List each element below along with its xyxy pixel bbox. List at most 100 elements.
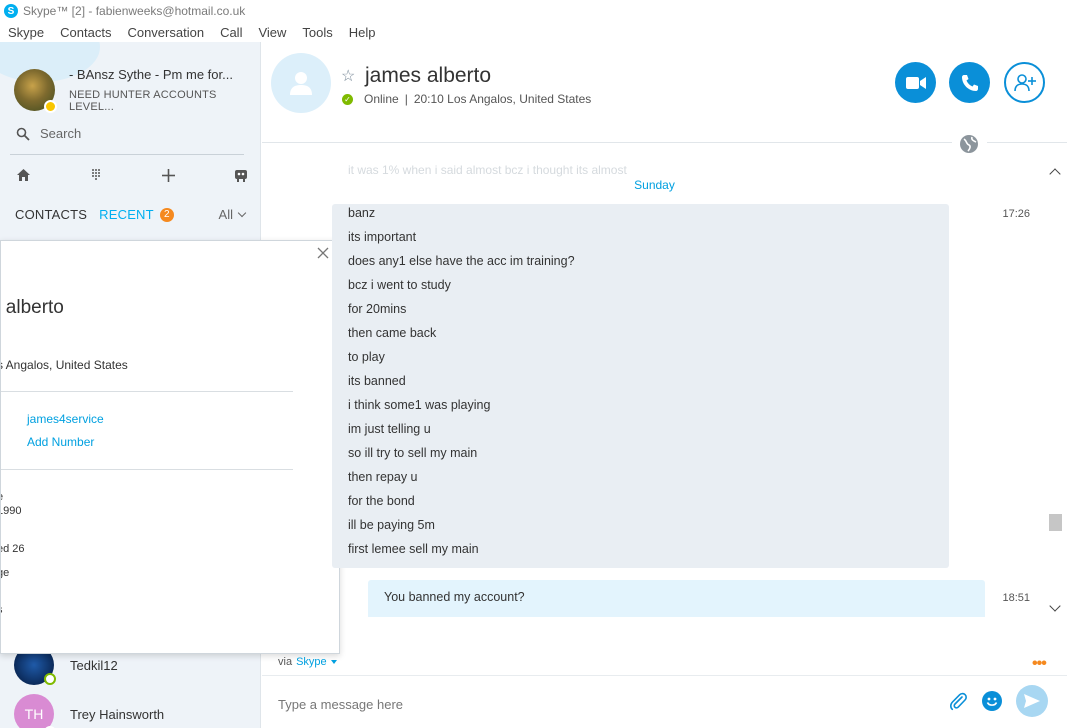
my-avatar[interactable] <box>14 69 57 113</box>
menu-conversation[interactable]: Conversation <box>127 25 204 40</box>
window-title: Skype™ [2] - fabienweeks@hotmail.co.uk <box>23 4 246 18</box>
dialpad-icon[interactable] <box>87 166 105 184</box>
list-item[interactable]: TH Trey Hainsworth <box>14 694 164 728</box>
chevron-down-icon <box>237 208 247 218</box>
outgoing-message-bubble[interactable]: You banned my account? <box>368 580 985 617</box>
contact-status-row: ✓ Online | 20:10 Los Angalos, United Sta… <box>342 92 591 106</box>
my-profile[interactable]: - BAnsz Sythe - Pm me for... NEED HUNTER… <box>14 67 260 113</box>
contact-name: Trey Hainsworth <box>70 706 165 722</box>
message-line: first lemee sell my main <box>348 542 479 556</box>
audio-call-button[interactable] <box>949 62 990 103</box>
profile-name: s alberto <box>1 297 64 318</box>
menu-contacts[interactable]: Contacts <box>60 25 111 40</box>
via-label: via <box>278 656 293 668</box>
profile-field: e <box>1 491 3 503</box>
message-line: You banned my account? <box>384 590 525 604</box>
filter-label: All <box>218 207 233 222</box>
message-list: it was 1% when i said almost bcz i thoug… <box>262 155 1047 617</box>
scroll-down-icon[interactable] <box>1049 600 1061 612</box>
header-divider <box>987 142 1067 143</box>
my-display-name: - BAnsz Sythe - Pm me for... <box>68 67 233 82</box>
chevron-down-icon <box>330 660 337 664</box>
message-scrollbar[interactable] <box>1047 164 1065 618</box>
divider <box>1 391 293 392</box>
send-via-selector[interactable]: via Skype <box>278 656 337 668</box>
message-timestamp: 17:26 <box>1002 208 1030 220</box>
day-separator-label: Sunday <box>634 178 675 192</box>
message-line: i think some1 was playing <box>348 398 491 412</box>
search-label: Search <box>40 126 82 141</box>
paperclip-icon[interactable] <box>948 691 968 711</box>
scrollbar-thumb[interactable] <box>1049 514 1062 531</box>
tab-recent[interactable]: RECENT <box>99 207 154 222</box>
menu-bar: Skype Contacts Conversation Call View To… <box>0 22 1067 42</box>
contact-avatar[interactable] <box>271 53 331 113</box>
scroll-up-icon[interactable] <box>1049 168 1061 180</box>
divider <box>1 469 293 470</box>
search-box[interactable]: Search <box>16 126 81 141</box>
phone-icon <box>961 74 978 91</box>
away-status-icon <box>43 100 57 113</box>
globe-icon[interactable] <box>958 133 980 155</box>
status-text: Online <box>364 92 399 106</box>
message-line: does any1 else have the acc im training? <box>348 254 575 268</box>
profile-skype-name[interactable]: james4service <box>27 412 104 426</box>
message-timestamp: 18:51 <box>1002 592 1030 604</box>
message-line: for 20mins <box>348 302 407 316</box>
day-separator: Sunday <box>262 178 1047 192</box>
send-button[interactable] <box>1016 685 1048 717</box>
plus-icon[interactable] <box>159 166 177 184</box>
recent-count-badge: 2 <box>159 207 174 222</box>
message-line: banz <box>348 206 376 220</box>
menu-view[interactable]: View <box>258 25 286 40</box>
message-line: to play <box>348 350 385 364</box>
menu-skype[interactable]: Skype <box>8 25 44 40</box>
filter-dropdown[interactable]: All <box>218 207 247 222</box>
my-mood-message: NEED HUNTER ACCOUNTS LEVEL... <box>68 89 217 113</box>
message-line: its banned <box>348 374 406 388</box>
message-line: its important <box>348 230 417 244</box>
profile-field: ed 26 <box>1 543 25 555</box>
emoticon-icon[interactable] <box>982 691 1002 711</box>
message-input[interactable] <box>278 694 918 714</box>
menu-help[interactable]: Help <box>349 25 376 40</box>
composer-divider <box>262 675 1067 676</box>
status-separator: | <box>404 92 408 106</box>
profile-location: s Angalos, United States <box>0 358 128 372</box>
message-line: so ill try to sell my main <box>348 446 478 460</box>
add-number-link[interactable]: Add Number <box>27 435 94 449</box>
message-line: ill be paying 5m <box>348 518 435 532</box>
avatar: TH <box>14 694 56 728</box>
profile-field: ge <box>1 567 10 579</box>
avatar-initials: TH <box>24 706 44 722</box>
tab-contacts[interactable]: CONTACTS <box>15 207 87 222</box>
video-icon <box>905 76 926 89</box>
message-line: then repay u <box>348 470 418 484</box>
local-time-location: 20:10 Los Angalos, United States <box>413 92 592 106</box>
add-person-icon <box>1013 73 1036 91</box>
via-service: Skype <box>296 656 327 668</box>
home-icon[interactable] <box>14 166 32 184</box>
contact-name: Tedkil12 <box>70 657 118 673</box>
menu-tools[interactable]: Tools <box>302 25 332 40</box>
contacts-tabs: CONTACTS RECENT 2 All <box>15 207 247 222</box>
page-title: james alberto <box>365 64 492 87</box>
add-people-button[interactable] <box>1004 62 1045 103</box>
message-line: then came back <box>348 326 437 340</box>
favorite-star-icon[interactable]: ☆ <box>341 66 355 86</box>
message-line: for the bond <box>348 494 415 508</box>
online-status-icon <box>44 673 56 685</box>
skype-logo-icon: S <box>4 4 18 18</box>
bot-icon[interactable] <box>232 166 250 184</box>
menu-call[interactable]: Call <box>220 25 242 40</box>
more-options-icon[interactable]: ••• <box>1032 655 1047 673</box>
online-status-icon: ✓ <box>342 93 353 105</box>
search-underline <box>10 154 244 155</box>
incoming-message-bubble[interactable]: banz its important does any1 else have t… <box>332 204 949 568</box>
person-icon <box>290 72 312 95</box>
nav-icon-row <box>14 166 250 184</box>
faded-message: it was 1% when i said almost bcz i thoug… <box>348 163 627 177</box>
conversation-header: ☆ james alberto ✓ Online | 20:10 Los Ang… <box>262 42 1067 142</box>
video-call-button[interactable] <box>895 62 936 103</box>
title-bar: S Skype™ [2] - fabienweeks@hotmail.co.uk <box>0 0 1067 22</box>
